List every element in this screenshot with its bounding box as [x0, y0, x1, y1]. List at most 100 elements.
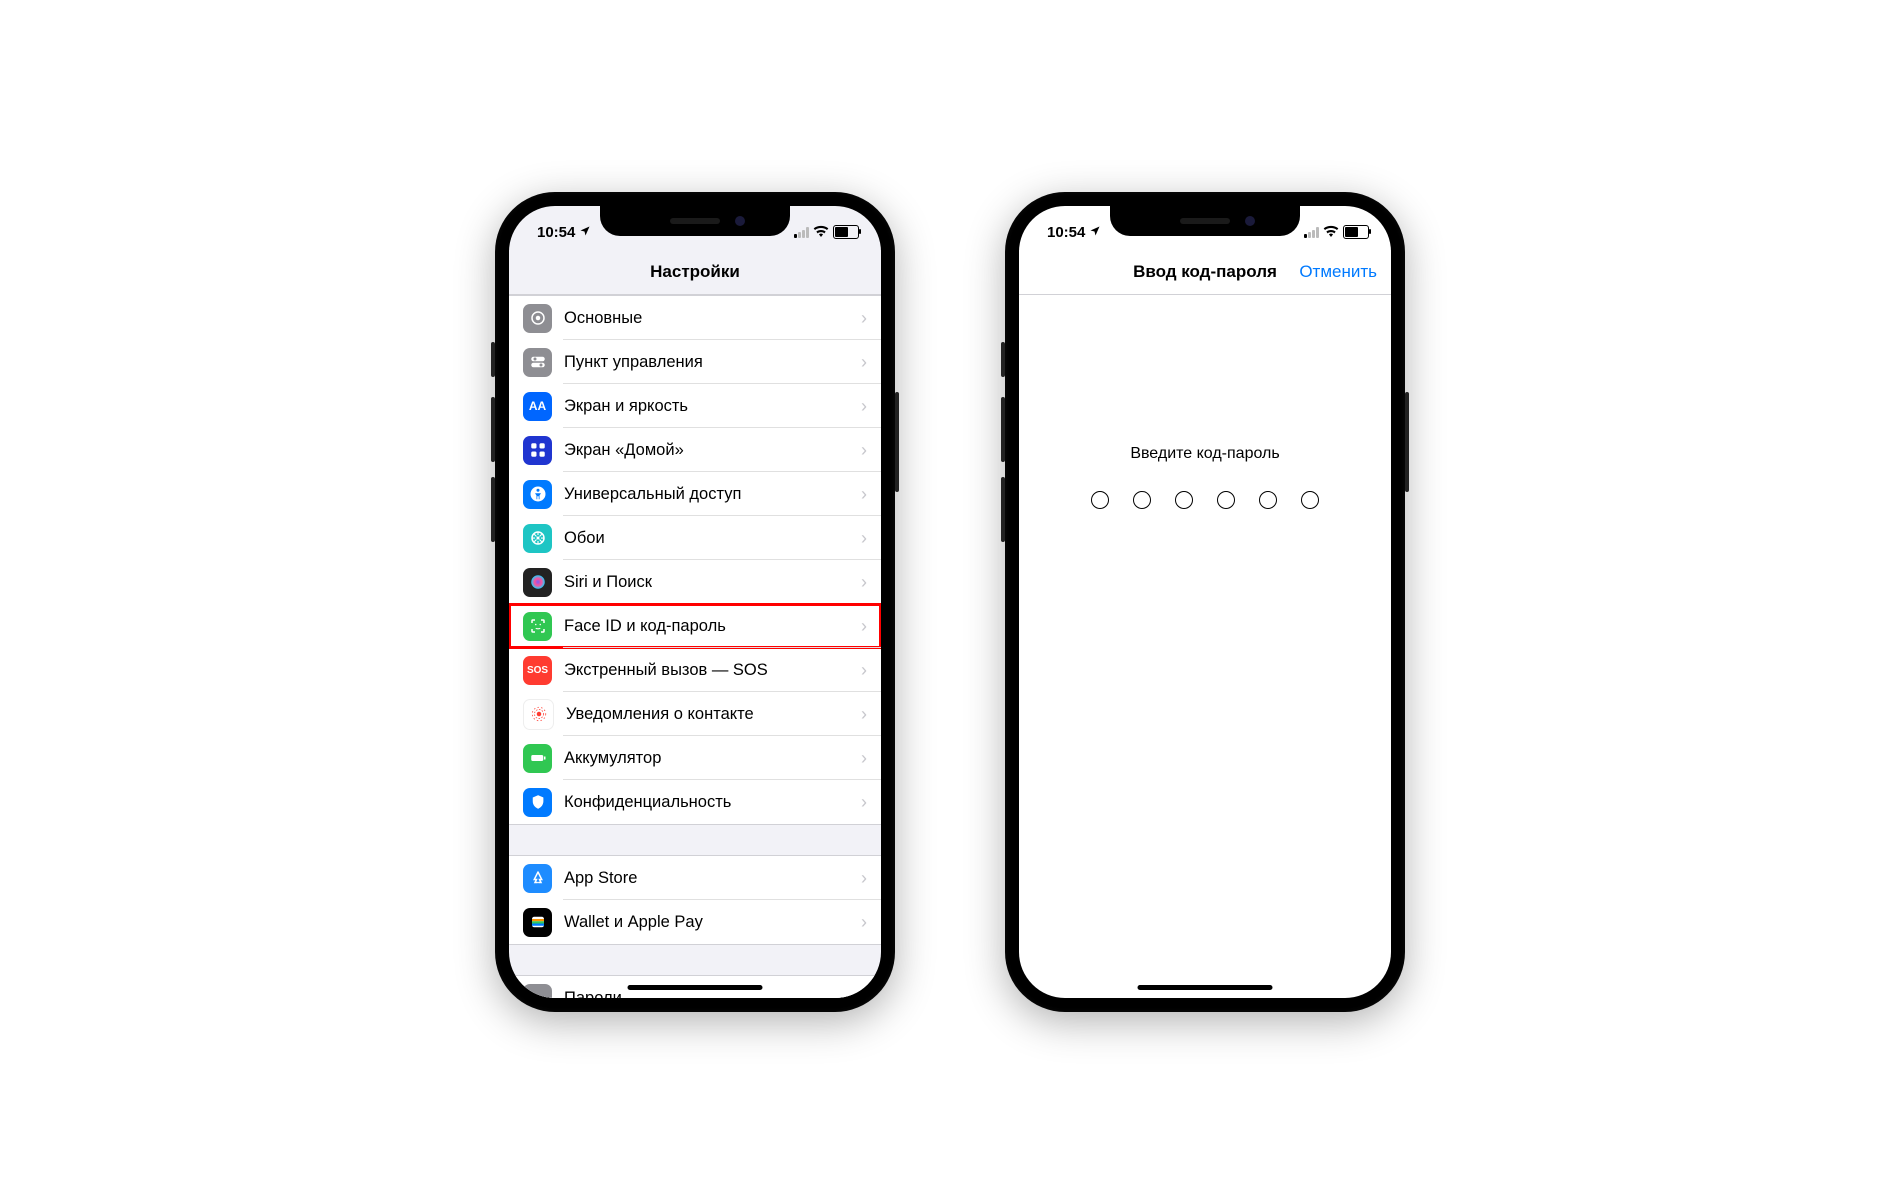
settings-row-general[interactable]: Основные›: [509, 296, 881, 340]
notch: [1110, 206, 1300, 236]
settings-row-privacy[interactable]: Конфиденциальность›: [509, 780, 881, 824]
screen-settings: 10:54 Настройки Основные›Пункт управлени…: [509, 206, 881, 998]
row-label: Wallet и Apple Pay: [564, 913, 861, 932]
passcode-dot: [1259, 491, 1277, 509]
passcode-prompt: Введите код-пароль: [1130, 445, 1279, 463]
passcode-dot: [1217, 491, 1235, 509]
signal-icon: [794, 227, 809, 238]
location-icon: [579, 225, 591, 240]
appstore-icon: [523, 864, 552, 893]
row-label: Экстренный вызов — SOS: [564, 661, 861, 680]
row-label: Универсальный доступ: [564, 485, 861, 504]
passcode-area: Введите код-пароль: [1019, 295, 1391, 509]
chevron-right-icon: ›: [861, 988, 867, 999]
chevron-right-icon: ›: [861, 704, 867, 725]
nav-bar: Настройки: [509, 250, 881, 295]
row-label: Аккумулятор: [564, 749, 861, 768]
side-button: [895, 392, 899, 492]
side-button: [1001, 397, 1005, 462]
side-button: [491, 397, 495, 462]
row-label: Face ID и код-пароль: [564, 617, 861, 636]
wifi-icon: [813, 224, 829, 241]
sos-icon: SOS: [523, 656, 552, 685]
row-label: App Store: [564, 869, 861, 888]
passcode-dot: [1301, 491, 1319, 509]
settings-row-access[interactable]: Универсальный доступ›: [509, 472, 881, 516]
home-icon: [523, 436, 552, 465]
chevron-right-icon: ›: [861, 912, 867, 933]
side-button: [1001, 477, 1005, 542]
chevron-right-icon: ›: [861, 616, 867, 637]
side-button: [1405, 392, 1409, 492]
cancel-button[interactable]: Отменить: [1299, 262, 1377, 282]
passcode-dots[interactable]: [1091, 491, 1319, 509]
chevron-right-icon: ›: [861, 396, 867, 417]
status-time: 10:54: [1047, 224, 1085, 241]
chevron-right-icon: ›: [861, 440, 867, 461]
row-label: Обои: [564, 529, 861, 548]
chevron-right-icon: ›: [861, 308, 867, 329]
row-label: Экран и яркость: [564, 397, 861, 416]
access-icon: [523, 480, 552, 509]
chevron-right-icon: ›: [861, 528, 867, 549]
faceid-icon: [523, 612, 552, 641]
signal-icon: [1304, 227, 1319, 238]
settings-row-battery[interactable]: Аккумулятор›: [509, 736, 881, 780]
side-button: [491, 342, 495, 377]
home-indicator[interactable]: [1138, 985, 1273, 990]
notch: [600, 206, 790, 236]
row-label: Уведомления о контакте: [566, 705, 861, 724]
chevron-right-icon: ›: [861, 352, 867, 373]
settings-row-exposure[interactable]: Уведомления о контакте›: [509, 692, 881, 736]
row-label: Основные: [564, 309, 861, 328]
side-button: [1001, 342, 1005, 377]
chevron-right-icon: ›: [861, 748, 867, 769]
display-icon: AA: [523, 392, 552, 421]
wifi-icon: [1323, 224, 1339, 241]
settings-row-appstore[interactable]: App Store›: [509, 856, 881, 900]
settings-row-wallet[interactable]: Wallet и Apple Pay›: [509, 900, 881, 944]
passcode-dot: [1133, 491, 1151, 509]
row-label: Конфиденциальность: [564, 793, 861, 812]
phone-frame-right: 10:54 Ввод код-пароля Отменить Введите к…: [1005, 192, 1405, 1012]
nav-title: Настройки: [650, 262, 740, 282]
battery-icon: [833, 225, 859, 239]
chevron-right-icon: ›: [861, 868, 867, 889]
chevron-right-icon: ›: [861, 660, 867, 681]
status-time: 10:54: [537, 224, 575, 241]
wallet-icon: [523, 908, 552, 937]
control-icon: [523, 348, 552, 377]
wallpaper-icon: [523, 524, 552, 553]
nav-bar: Ввод код-пароля Отменить: [1019, 250, 1391, 295]
location-icon: [1089, 225, 1101, 240]
settings-row-home[interactable]: Экран «Домой»›: [509, 428, 881, 472]
side-button: [491, 477, 495, 542]
settings-row-control[interactable]: Пункт управления›: [509, 340, 881, 384]
settings-row-faceid[interactable]: Face ID и код-пароль›: [509, 604, 881, 648]
battery-icon: [1343, 225, 1369, 239]
chevron-right-icon: ›: [861, 484, 867, 505]
siri-icon: [523, 568, 552, 597]
row-label: Пункт управления: [564, 353, 861, 372]
exposure-icon: [523, 699, 554, 730]
row-label: Экран «Домой»: [564, 441, 861, 460]
row-label: Siri и Поиск: [564, 573, 861, 592]
settings-row-wallpaper[interactable]: Обои›: [509, 516, 881, 560]
battery-icon: [523, 744, 552, 773]
passcode-dot: [1175, 491, 1193, 509]
chevron-right-icon: ›: [861, 572, 867, 593]
privacy-icon: [523, 788, 552, 817]
chevron-right-icon: ›: [861, 792, 867, 813]
home-indicator[interactable]: [628, 985, 763, 990]
settings-group: App Store›Wallet и Apple Pay›: [509, 855, 881, 945]
settings-group: Основные›Пункт управления›AAЭкран и ярко…: [509, 295, 881, 825]
settings-row-display[interactable]: AA Экран и яркость›: [509, 384, 881, 428]
phone-frame-left: 10:54 Настройки Основные›Пункт управлени…: [495, 192, 895, 1012]
settings-list[interactable]: Основные›Пункт управления›AAЭкран и ярко…: [509, 295, 881, 998]
passwords-icon: [523, 984, 552, 999]
settings-row-siri[interactable]: Siri и Поиск›: [509, 560, 881, 604]
screen-passcode: 10:54 Ввод код-пароля Отменить Введите к…: [1019, 206, 1391, 998]
settings-row-sos[interactable]: SOS Экстренный вызов — SOS›: [509, 648, 881, 692]
general-icon: [523, 304, 552, 333]
nav-title: Ввод код-пароля: [1133, 262, 1277, 282]
